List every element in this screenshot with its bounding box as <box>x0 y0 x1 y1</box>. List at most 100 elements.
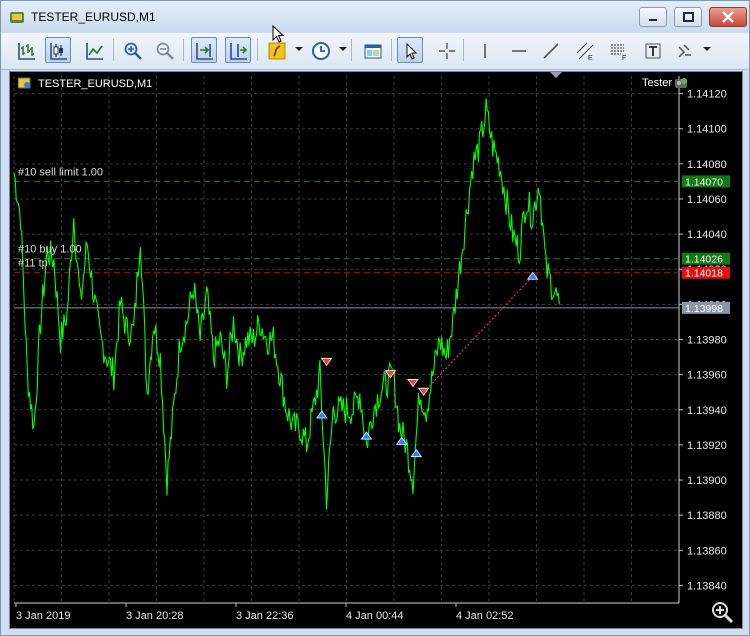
terminal-window: TESTER_EURUSD,M1 E F 1.14120 1.14100 1.1… <box>0 0 750 636</box>
cursor-icon <box>406 42 418 60</box>
zoom-in-icon <box>124 42 142 60</box>
y-tick-label: 1.13880 <box>687 510 727 522</box>
toolbar-separator <box>391 39 392 61</box>
toolbar-separator <box>183 39 184 61</box>
maximize-icon <box>683 12 694 22</box>
y-tick-label: 1.13960 <box>687 370 727 382</box>
zoom-out-icon <box>156 42 174 60</box>
order-label: #11 tp <box>18 258 48 270</box>
minimize-icon <box>649 19 657 21</box>
timeframes-icon <box>312 42 330 60</box>
y-tick-label: 1.13900 <box>687 475 727 487</box>
trendline-button[interactable] <box>537 37 563 63</box>
crosshair-icon <box>439 43 455 59</box>
indicators-icon <box>268 42 286 60</box>
bar-chart-button[interactable] <box>13 37 39 63</box>
trendline-icon <box>543 43 559 59</box>
timeframes-button[interactable] <box>307 37 333 63</box>
y-tick-label: 1.14080 <box>687 159 727 171</box>
x-tick-label: 4 Jan 00:44 <box>346 610 404 622</box>
horizontal-line-icon <box>512 50 526 52</box>
chart-shift-button[interactable] <box>191 37 217 63</box>
buy-marker <box>316 410 328 419</box>
sell-marker <box>407 379 419 388</box>
line-chart-button[interactable] <box>81 37 107 63</box>
chart-symbol-icon <box>18 77 31 89</box>
crosshair-button[interactable] <box>433 37 459 63</box>
cursor-button[interactable] <box>397 37 423 63</box>
y-tick-label: 1.13840 <box>687 580 727 592</box>
y-tick-label: 1.13940 <box>687 405 727 417</box>
price-tag-label: 1.14026 <box>685 254 723 266</box>
x-tick-label: 3 Jan 22:36 <box>236 610 294 622</box>
toolbar-separator <box>463 39 464 61</box>
close-button[interactable] <box>709 7 747 27</box>
x-tick-label: 3 Jan 2019 <box>16 610 70 622</box>
x-tick-label: 4 Jan 02:52 <box>456 610 514 622</box>
window-title: TESTER_EURUSD,M1 <box>31 10 156 24</box>
minimize-button[interactable] <box>639 7 667 27</box>
svg-text:E: E <box>588 55 593 61</box>
bar-chart-icon <box>18 43 35 60</box>
toolbar-separator <box>257 39 258 61</box>
line-chart-icon <box>86 43 103 60</box>
y-tick-label: 1.14040 <box>687 229 727 241</box>
expert-advisor-icon <box>675 78 687 88</box>
sell-marker <box>320 357 333 367</box>
vertical-line-icon <box>484 44 486 58</box>
templates-button[interactable] <box>359 37 385 63</box>
templates-icon <box>364 44 382 59</box>
price-tag-label: 1.14070 <box>685 176 723 188</box>
price-chart[interactable]: 1.14120 1.14100 1.14080 1.14060 1.14040 1.140… <box>10 72 742 628</box>
buy-marker <box>395 436 408 445</box>
magnifier-icon[interactable] <box>710 600 734 624</box>
maximize-button[interactable] <box>674 7 702 27</box>
chart-title: TESTER_EURUSD,M1 <box>38 78 153 90</box>
y-tick-label: 1.13920 <box>687 440 727 452</box>
y-tick-label: 1.14120 <box>687 89 727 101</box>
horizontal-line-button[interactable] <box>505 37 531 63</box>
chart-shift-icon <box>196 43 213 60</box>
timeframes-dropdown-arrow[interactable] <box>339 47 347 51</box>
candlestick-chart-button[interactable] <box>45 37 71 63</box>
toolbar-separator <box>113 39 114 61</box>
candlestick-chart-icon <box>50 43 67 60</box>
indicators-dropdown-arrow[interactable] <box>295 47 303 51</box>
price-tag-label: 1.13998 <box>685 303 723 315</box>
arrows-icon <box>678 44 691 58</box>
equidistant-channel-button[interactable]: E <box>571 37 597 63</box>
toolbar: E F <box>1 33 749 70</box>
sell-marker <box>417 387 430 396</box>
text-label-button[interactable] <box>639 37 665 63</box>
equidistant-channel-icon: E <box>576 42 594 61</box>
chart-window[interactable]: 1.14120 1.14100 1.14080 1.14060 1.14040 1.140… <box>9 71 743 629</box>
chart-shift-marker <box>550 72 562 78</box>
x-tick-label: 3 Jan 20:28 <box>126 610 184 622</box>
arrows-button[interactable] <box>671 37 697 63</box>
buy-marker <box>360 431 373 440</box>
tester-label: Tester <box>642 77 672 89</box>
close-icon <box>722 11 734 23</box>
y-tick-label: 1.13860 <box>687 545 727 557</box>
y-tick-label: 1.14060 <box>687 194 727 206</box>
order-label: #10 buy 1.00 <box>18 244 82 256</box>
price-tag-label: 1.14018 <box>685 268 723 280</box>
vertical-line-button[interactable] <box>471 37 497 63</box>
arrows-dropdown-arrow[interactable] <box>703 47 711 51</box>
order-label: #10 sell limit 1.00 <box>18 166 103 178</box>
app-icon <box>10 12 24 23</box>
zoom-out-button[interactable] <box>151 37 177 63</box>
mouse-cursor-icon <box>272 25 284 43</box>
fibonacci-icon: F <box>611 44 626 61</box>
y-tick-label: 1.13980 <box>687 335 727 347</box>
toolbar-separator <box>351 39 352 61</box>
zoom-in-button[interactable] <box>119 37 145 63</box>
y-tick-label: 1.14100 <box>687 124 727 136</box>
autoscroll-button[interactable] <box>225 37 251 63</box>
title-bar[interactable]: TESTER_EURUSD,M1 <box>1 1 749 33</box>
autoscroll-icon <box>230 43 248 60</box>
svg-text:F: F <box>622 55 626 61</box>
text-label-icon <box>645 43 661 59</box>
fibonacci-button[interactable]: F <box>605 37 631 63</box>
buy-marker <box>410 448 423 458</box>
